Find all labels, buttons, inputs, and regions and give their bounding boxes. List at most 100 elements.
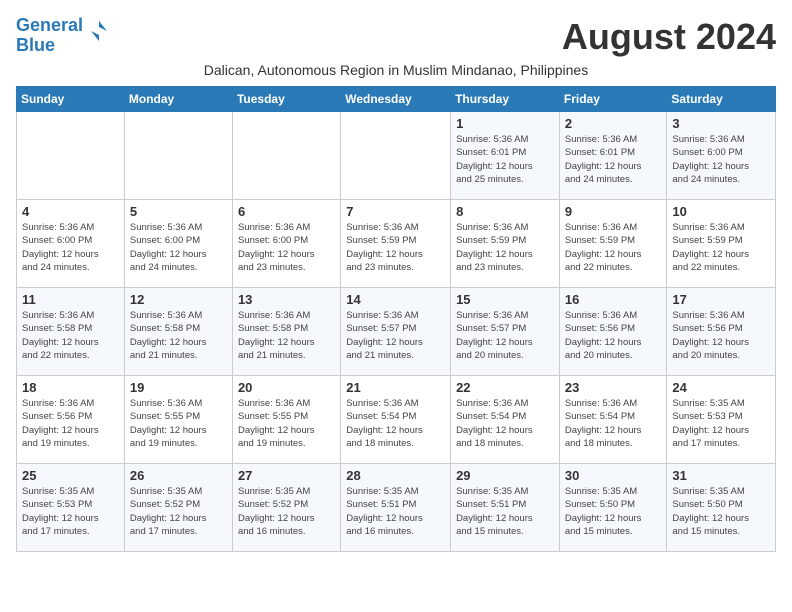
- day-number: 15: [456, 292, 554, 307]
- calendar-cell: 6 Sunrise: 5:36 AM Sunset: 6:00 PM Daylig…: [232, 200, 340, 288]
- column-header-wednesday: Wednesday: [341, 87, 451, 112]
- day-number: 13: [238, 292, 335, 307]
- day-number: 22: [456, 380, 554, 395]
- day-number: 4: [22, 204, 119, 219]
- day-info: Sunrise: 5:36 AM Sunset: 5:55 PM Dayligh…: [130, 397, 227, 450]
- calendar-cell: 15 Sunrise: 5:36 AM Sunset: 5:57 PM Dayli…: [451, 288, 560, 376]
- column-header-friday: Friday: [559, 87, 667, 112]
- calendar-cell: 4 Sunrise: 5:36 AM Sunset: 6:00 PM Daylig…: [17, 200, 125, 288]
- day-number: 3: [672, 116, 770, 131]
- calendar-cell: 28 Sunrise: 5:35 AM Sunset: 5:51 PM Dayli…: [341, 464, 451, 552]
- column-header-monday: Monday: [124, 87, 232, 112]
- calendar-cell: 12Sunrise: 5:36 AM Sunset: 5:58 PM Dayli…: [124, 288, 232, 376]
- day-info: Sunrise: 5:36 AM Sunset: 5:57 PM Dayligh…: [456, 309, 554, 362]
- day-info: Sunrise: 5:35 AM Sunset: 5:53 PM Dayligh…: [672, 397, 770, 450]
- calendar-cell: 29 Sunrise: 5:35 AM Sunset: 5:51 PM Dayli…: [451, 464, 560, 552]
- day-info: Sunrise: 5:36 AM Sunset: 5:54 PM Dayligh…: [456, 397, 554, 450]
- day-number: 24: [672, 380, 770, 395]
- calendar-cell: 20 Sunrise: 5:36 AM Sunset: 5:55 PM Dayli…: [232, 376, 340, 464]
- calendar-cell: 31 Sunrise: 5:35 AM Sunset: 5:50 PM Dayli…: [667, 464, 776, 552]
- day-info: Sunrise: 5:35 AM Sunset: 5:51 PM Dayligh…: [346, 485, 445, 538]
- day-info: Sunrise: 5:36 AM Sunset: 5:58 PM Dayligh…: [238, 309, 335, 362]
- day-info: Sunrise: 5:35 AM Sunset: 5:50 PM Dayligh…: [565, 485, 662, 538]
- calendar-table: SundayMondayTuesdayWednesdayThursdayFrid…: [16, 86, 776, 552]
- calendar-cell: 14 Sunrise: 5:36 AM Sunset: 5:57 PM Dayli…: [341, 288, 451, 376]
- calendar-cell: 24 Sunrise: 5:35 AM Sunset: 5:53 PM Dayli…: [667, 376, 776, 464]
- day-info: Sunrise: 5:36 AM Sunset: 5:54 PM Dayligh…: [565, 397, 662, 450]
- day-info: Sunrise: 5:36 AM Sunset: 5:56 PM Dayligh…: [22, 397, 119, 450]
- calendar-cell: 21 Sunrise: 5:36 AM Sunset: 5:54 PM Dayli…: [341, 376, 451, 464]
- day-info: Sunrise: 5:36 AM Sunset: 6:01 PM Dayligh…: [565, 133, 662, 186]
- calendar-cell: 5Sunrise: 5:36 AM Sunset: 6:00 PM Daylig…: [124, 200, 232, 288]
- calendar-cell: 7 Sunrise: 5:36 AM Sunset: 5:59 PM Daylig…: [341, 200, 451, 288]
- day-info: Sunrise: 5:36 AM Sunset: 5:58 PM Dayligh…: [130, 309, 227, 362]
- day-info: Sunrise: 5:36 AM Sunset: 5:59 PM Dayligh…: [565, 221, 662, 274]
- day-number: 10: [672, 204, 770, 219]
- day-number: 9: [565, 204, 662, 219]
- day-info: Sunrise: 5:36 AM Sunset: 6:01 PM Dayligh…: [456, 133, 554, 186]
- calendar-cell: 26 Sunrise: 5:35 AM Sunset: 5:52 PM Dayli…: [124, 464, 232, 552]
- day-number: 31: [672, 468, 770, 483]
- calendar-cell: 19 Sunrise: 5:36 AM Sunset: 5:55 PM Dayli…: [124, 376, 232, 464]
- day-info: Sunrise: 5:36 AM Sunset: 5:58 PM Dayligh…: [22, 309, 119, 362]
- day-info: Sunrise: 5:36 AM Sunset: 6:00 PM Dayligh…: [130, 221, 227, 274]
- day-info: Sunrise: 5:35 AM Sunset: 5:51 PM Dayligh…: [456, 485, 554, 538]
- day-number: 23: [565, 380, 662, 395]
- month-year-title: August 2024: [562, 16, 776, 58]
- calendar-cell: [341, 112, 451, 200]
- calendar-cell: 13 Sunrise: 5:36 AM Sunset: 5:58 PM Dayli…: [232, 288, 340, 376]
- day-number: 20: [238, 380, 335, 395]
- day-info: Sunrise: 5:36 AM Sunset: 6:00 PM Dayligh…: [672, 133, 770, 186]
- calendar-cell: 9 Sunrise: 5:36 AM Sunset: 5:59 PM Daylig…: [559, 200, 667, 288]
- day-info: Sunrise: 5:36 AM Sunset: 5:54 PM Dayligh…: [346, 397, 445, 450]
- day-number: 19: [130, 380, 227, 395]
- day-number: 16: [565, 292, 662, 307]
- calendar-cell: [17, 112, 125, 200]
- calendar-cell: 27Sunrise: 5:35 AM Sunset: 5:52 PM Dayli…: [232, 464, 340, 552]
- calendar-cell: 3 Sunrise: 5:36 AM Sunset: 6:00 PM Daylig…: [667, 112, 776, 200]
- day-info: Sunrise: 5:36 AM Sunset: 5:55 PM Dayligh…: [238, 397, 335, 450]
- logo-text: General Blue: [16, 16, 83, 56]
- day-number: 21: [346, 380, 445, 395]
- calendar-cell: 10Sunrise: 5:36 AM Sunset: 5:59 PM Dayli…: [667, 200, 776, 288]
- day-number: 1: [456, 116, 554, 131]
- calendar-cell: 2 Sunrise: 5:36 AM Sunset: 6:01 PM Daylig…: [559, 112, 667, 200]
- subtitle: Dalican, Autonomous Region in Muslim Min…: [16, 62, 776, 78]
- day-number: 14: [346, 292, 445, 307]
- calendar-cell: 16 Sunrise: 5:36 AM Sunset: 5:56 PM Dayli…: [559, 288, 667, 376]
- day-info: Sunrise: 5:36 AM Sunset: 5:59 PM Dayligh…: [346, 221, 445, 274]
- calendar-cell: 22 Sunrise: 5:36 AM Sunset: 5:54 PM Dayli…: [451, 376, 560, 464]
- day-info: Sunrise: 5:36 AM Sunset: 5:56 PM Dayligh…: [565, 309, 662, 362]
- calendar-cell: 30Sunrise: 5:35 AM Sunset: 5:50 PM Dayli…: [559, 464, 667, 552]
- day-number: 2: [565, 116, 662, 131]
- day-number: 25: [22, 468, 119, 483]
- logo-icon: [85, 17, 113, 45]
- calendar-week-4: 18 Sunrise: 5:36 AM Sunset: 5:56 PM Dayli…: [17, 376, 776, 464]
- day-info: Sunrise: 5:36 AM Sunset: 5:59 PM Dayligh…: [456, 221, 554, 274]
- header: General Blue August 2024: [16, 16, 776, 58]
- day-number: 18: [22, 380, 119, 395]
- column-header-saturday: Saturday: [667, 87, 776, 112]
- day-number: 26: [130, 468, 227, 483]
- day-info: Sunrise: 5:35 AM Sunset: 5:50 PM Dayligh…: [672, 485, 770, 538]
- day-number: 29: [456, 468, 554, 483]
- calendar-cell: 25Sunrise: 5:35 AM Sunset: 5:53 PM Dayli…: [17, 464, 125, 552]
- calendar-cell: 8 Sunrise: 5:36 AM Sunset: 5:59 PM Daylig…: [451, 200, 560, 288]
- calendar-header-row: SundayMondayTuesdayWednesdayThursdayFrid…: [17, 87, 776, 112]
- day-number: 7: [346, 204, 445, 219]
- calendar-week-5: 25Sunrise: 5:35 AM Sunset: 5:53 PM Dayli…: [17, 464, 776, 552]
- day-info: Sunrise: 5:36 AM Sunset: 6:00 PM Dayligh…: [22, 221, 119, 274]
- column-header-thursday: Thursday: [451, 87, 560, 112]
- day-number: 6: [238, 204, 335, 219]
- day-info: Sunrise: 5:36 AM Sunset: 6:00 PM Dayligh…: [238, 221, 335, 274]
- calendar-cell: 17Sunrise: 5:36 AM Sunset: 5:56 PM Dayli…: [667, 288, 776, 376]
- day-number: 28: [346, 468, 445, 483]
- calendar-cell: 18 Sunrise: 5:36 AM Sunset: 5:56 PM Dayli…: [17, 376, 125, 464]
- day-number: 8: [456, 204, 554, 219]
- day-info: Sunrise: 5:35 AM Sunset: 5:52 PM Dayligh…: [130, 485, 227, 538]
- day-number: 27: [238, 468, 335, 483]
- day-info: Sunrise: 5:36 AM Sunset: 5:56 PM Dayligh…: [672, 309, 770, 362]
- day-number: 11: [22, 292, 119, 307]
- calendar-cell: 1 Sunrise: 5:36 AM Sunset: 6:01 PM Daylig…: [451, 112, 560, 200]
- day-info: Sunrise: 5:36 AM Sunset: 5:57 PM Dayligh…: [346, 309, 445, 362]
